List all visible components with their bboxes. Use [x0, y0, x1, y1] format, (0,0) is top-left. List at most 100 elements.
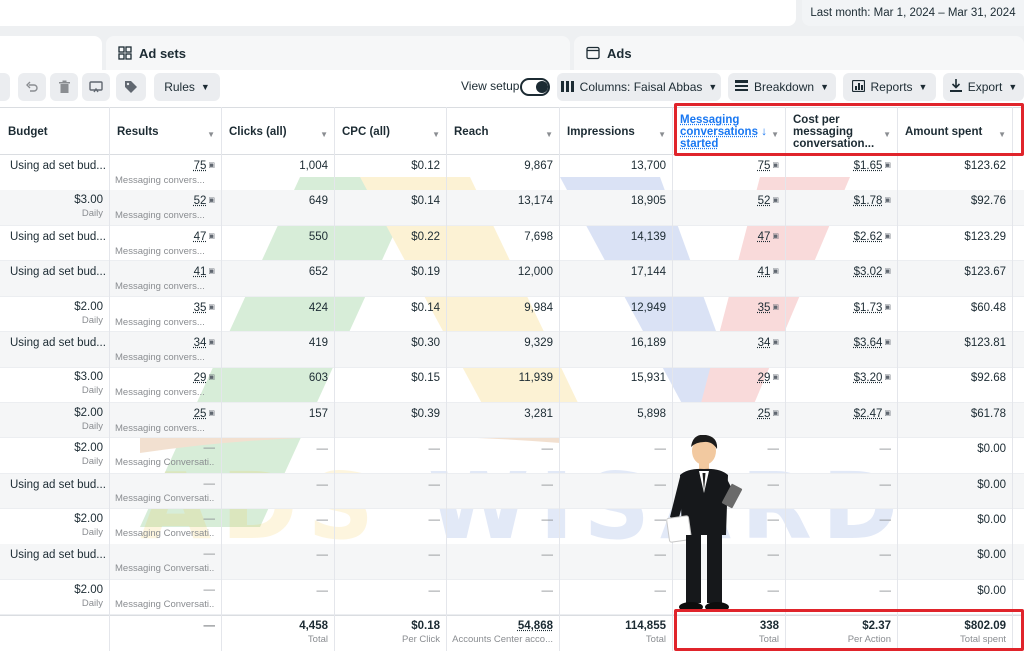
amount-spent-cell: $0.00 [977, 514, 1006, 526]
table-row[interactable]: $3.00 Daily 52 ▣ Messaging convers... 649 $0.1… [0, 190, 1024, 226]
column-header-reach[interactable]: Reach ▼ [446, 108, 559, 155]
cost-value[interactable]: $1.78 [854, 195, 883, 207]
columns-dropdown[interactable]: Columns: Faisal Abbas ▼ [557, 73, 721, 101]
table-row[interactable]: Using ad set bud... — Messaging Conversati… [0, 544, 1024, 580]
budget-cell: Using ad set bud... [0, 544, 109, 579]
table-row[interactable]: Using ad set bud... 41 ▣ Messaging convers.… [0, 261, 1024, 297]
column-divider [1012, 107, 1013, 651]
info-square-icon: ▣ [772, 268, 779, 276]
results-value[interactable]: 29 [194, 372, 207, 384]
duplicate-button[interactable] [82, 73, 110, 101]
results-value[interactable]: 25 [194, 408, 207, 420]
messaging-value[interactable]: 47 [758, 231, 771, 243]
messaging-value[interactable]: 41 [758, 266, 771, 278]
budget-cell: Using ad set bud... [0, 155, 109, 190]
messaging-cell: 34 ▣ [672, 332, 785, 367]
amount-spent-cell: $123.29 [964, 230, 1006, 243]
info-square-icon: ▣ [884, 197, 891, 205]
messaging-cell: 47 ▣ [672, 226, 785, 261]
cost-value[interactable]: $3.20 [854, 372, 883, 384]
view-setup-toggle[interactable] [520, 78, 550, 96]
impressions-cell: 12,949 [630, 301, 666, 314]
budget-cell: Using ad set bud... [0, 474, 109, 509]
total-spent-caption: Total spent [960, 634, 1006, 645]
messaging-cell: 52 ▣ [672, 190, 785, 225]
results-value[interactable]: 47 [194, 231, 207, 243]
table-row[interactable]: $2.00 Daily — Messaging Conversati... — — — — — —… [0, 509, 1024, 545]
toolbar-button-partial[interactable] [0, 73, 10, 101]
info-square-icon: ▣ [772, 162, 779, 169]
cost-per-messaging-cell: — [785, 580, 897, 615]
budget-value: Using ad set bud... [10, 160, 106, 172]
column-header-clicks[interactable]: Clicks (all) ▼ [221, 108, 334, 155]
tab-ad-sets[interactable]: Ad sets [106, 36, 570, 70]
table-row[interactable]: $2.00 Daily — Messaging Conversati... — — — — — —… [0, 438, 1024, 474]
tab-ads[interactable]: Ads [574, 36, 1024, 70]
reports-dropdown[interactable]: Reports ▼ [843, 73, 936, 101]
toggle-knob [536, 81, 548, 93]
breakdown-dropdown[interactable]: Breakdown ▼ [728, 73, 836, 101]
table-row[interactable]: $2.00 Daily 25 ▣ Messaging convers... 157 $0.3… [0, 402, 1024, 439]
cpc-cell: — [428, 584, 441, 597]
export-dropdown[interactable]: Export ▼ [943, 73, 1024, 101]
results-type: Messaging convers... [115, 352, 205, 363]
cost-value[interactable]: $2.62 [854, 231, 883, 243]
reach-cell: — [541, 514, 554, 526]
undo-button[interactable] [18, 73, 46, 101]
budget-value: Using ad set bud... [10, 266, 106, 279]
column-header-messaging-conversations[interactable]: Messaging conversations started ↓ ▼ [672, 108, 785, 155]
results-value[interactable]: 41 [194, 266, 207, 278]
cost-value[interactable]: $2.47 [854, 408, 883, 420]
table-row[interactable]: Using ad set bud... — Messaging Conversati… [0, 473, 1024, 510]
budget-value: Using ad set bud... [10, 549, 106, 562]
results-value[interactable]: 35 [194, 302, 207, 314]
cost-value[interactable]: $3.64 [854, 337, 883, 349]
table-row[interactable]: Using ad set bud... 34 ▣ Messaging convers.… [0, 332, 1024, 368]
date-range-picker[interactable]: Last month: Mar 1, 2024 – Mar 31, 2024 [802, 0, 1024, 26]
delete-button[interactable] [50, 73, 78, 101]
messaging-value[interactable]: 52 [758, 195, 771, 207]
column-header-budget[interactable]: Budget [0, 108, 109, 155]
rules-dropdown[interactable]: Rules ▼ [154, 73, 220, 101]
tab-campaigns[interactable] [0, 36, 102, 70]
tag-button[interactable] [116, 73, 146, 101]
messaging-value[interactable]: 29 [758, 372, 771, 384]
table-row[interactable]: Using ad set bud... 75 ▣ Messaging convers.… [0, 155, 1024, 191]
cost-value[interactable]: $1.65 [854, 160, 883, 172]
column-header-impressions[interactable]: Impressions ▼ [559, 108, 672, 155]
table-row[interactable]: $2.00 Daily 35 ▣ Messaging convers... 424 $0.1… [0, 297, 1024, 333]
column-header-cost-per-messaging[interactable]: Cost per messaging conversation... ▼ [785, 108, 897, 155]
results-value[interactable]: 52 [194, 195, 207, 207]
impressions-cell: 5,898 [637, 407, 666, 420]
messaging-value[interactable]: 34 [758, 337, 771, 349]
column-header-label: CPC (all) [342, 125, 390, 138]
total-reach-value[interactable]: 54,868 [518, 620, 553, 632]
messaging-value[interactable]: 75 [758, 160, 771, 172]
reach-cell: 7,698 [524, 230, 553, 243]
table-row[interactable]: $3.00 Daily 29 ▣ Messaging convers... 603 $0.1… [0, 367, 1024, 403]
messaging-cell: — [672, 509, 785, 544]
budget-value: Using ad set bud... [10, 337, 106, 349]
column-divider [785, 107, 786, 651]
column-header-results[interactable]: Results ▼ [109, 108, 221, 155]
column-header-label: Reach [454, 125, 489, 138]
column-header-amount-spent[interactable]: Amount spent ▼ [897, 108, 1012, 155]
messaging-value: — [767, 549, 780, 562]
cost-per-messaging-cell: $1.78 ▣ [785, 190, 897, 225]
column-header-cpc[interactable]: CPC (all) ▼ [334, 108, 446, 155]
results-type: Messaging Conversati... [115, 598, 215, 610]
messaging-value[interactable]: 35 [758, 302, 771, 314]
cost-per-messaging-cell: $2.47 ▣ [785, 403, 897, 438]
results-value[interactable]: 75 [194, 160, 207, 172]
budget-period: Daily [81, 208, 103, 220]
cost-value[interactable]: $1.73 [854, 302, 883, 314]
table-row[interactable]: $2.00 Daily — Messaging Conversati... — — — — — —… [0, 580, 1024, 616]
budget-value: $2.00 [74, 442, 103, 455]
messaging-value[interactable]: 25 [758, 408, 771, 420]
cost-value[interactable]: $3.02 [854, 266, 883, 278]
results-value[interactable]: 34 [194, 337, 207, 349]
impressions-cell: 15,931 [630, 372, 666, 385]
impressions-cell: 16,189 [630, 337, 666, 349]
table-row[interactable]: Using ad set bud... 47 ▣ Messaging convers.… [0, 226, 1024, 262]
info-square-icon: ▣ [884, 374, 891, 382]
